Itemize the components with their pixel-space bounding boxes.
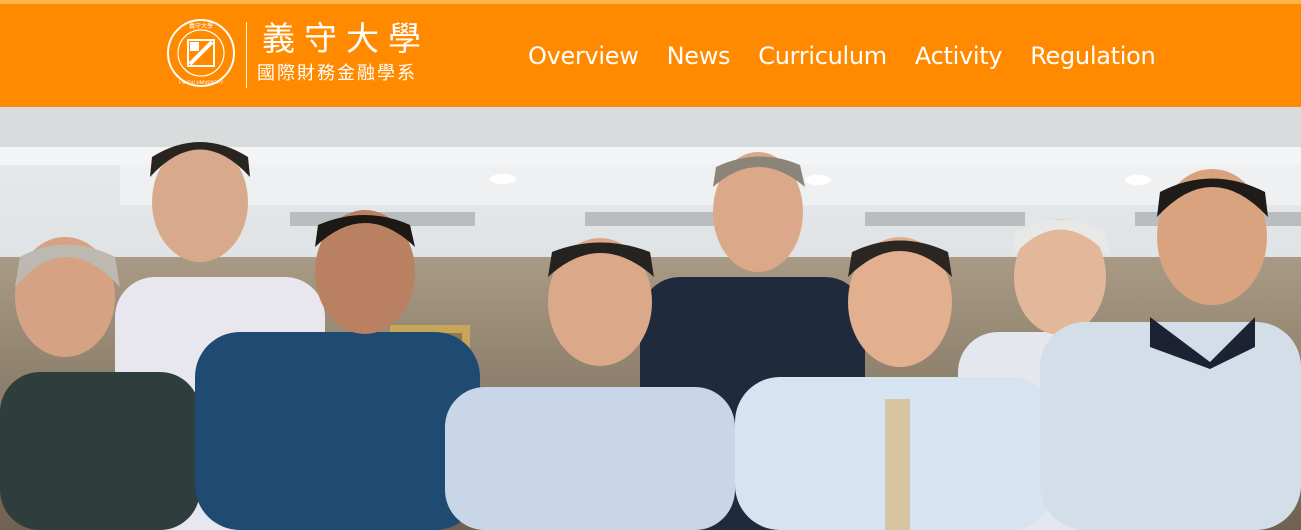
- seal-bottom-text: I-SHOU UNIVERSITY: [179, 80, 223, 86]
- hero-banner: [0, 107, 1301, 530]
- seal-top-text: 義守大學: [189, 22, 213, 30]
- department-name: 國際財務金融學系: [257, 63, 417, 84]
- university-seal-icon: 義守大學 I-SHOU UNIVERSITY: [167, 19, 235, 87]
- site-logo-link[interactable]: 義守大學 I-SHOU UNIVERSITY 義守大學 國際財務金融學系: [166, 16, 436, 96]
- university-name: 義守大學: [262, 19, 430, 58]
- faculty-group-photo: [0, 107, 1301, 530]
- site-header: 義守大學 I-SHOU UNIVERSITY 義守大學 國際財務金融學系 Ove…: [0, 4, 1301, 107]
- nav-news[interactable]: News: [667, 38, 731, 74]
- nav-activity[interactable]: Activity: [915, 38, 1003, 74]
- nav-overview[interactable]: Overview: [528, 38, 639, 74]
- nav-regulation[interactable]: Regulation: [1030, 38, 1155, 74]
- nav-curriculum[interactable]: Curriculum: [758, 38, 887, 74]
- logo-divider: [246, 22, 247, 88]
- main-nav: Overview News Curriculum Activity Regula…: [528, 38, 1156, 74]
